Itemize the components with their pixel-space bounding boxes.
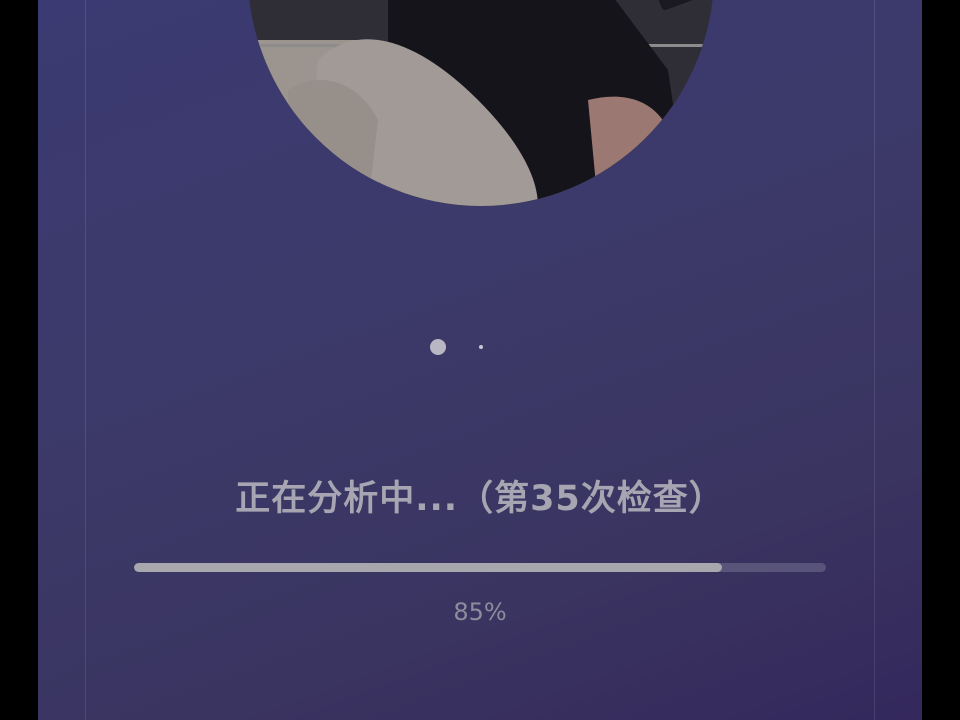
carousel-dot-active-icon[interactable] <box>430 339 446 355</box>
photo-overlay <box>248 0 714 206</box>
progress-bar <box>134 563 826 572</box>
app-frame: 正在分析中...（第35次检查） 85% <box>38 0 922 720</box>
screen: 正在分析中...（第35次检查） 85% <box>0 0 960 720</box>
analysis-status-text: 正在分析中...（第35次检查） <box>235 479 725 519</box>
carousel-dot-inactive-icon[interactable] <box>479 345 483 349</box>
carousel-dots <box>38 339 922 355</box>
user-photo <box>248 0 714 206</box>
progress-bar-fill <box>134 563 723 572</box>
progress-percent-label: 85% <box>453 598 507 626</box>
